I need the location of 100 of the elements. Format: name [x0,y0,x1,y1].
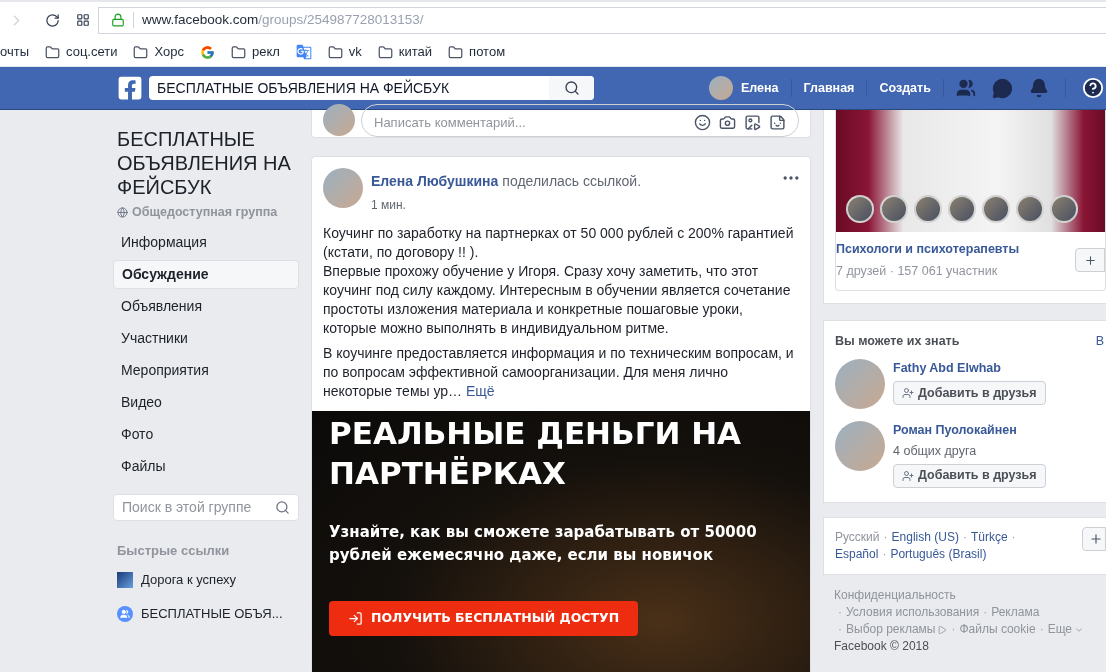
camera-icon[interactable] [719,114,736,131]
post-time[interactable]: 1 мин. [371,196,773,214]
shortcut-link[interactable]: БЕСПЛАТНЫЕ ОБЪЯ... [141,603,283,624]
url-text: www.facebook.com/groups/254987728013153/ [142,10,424,29]
bookmark-link[interactable]: китай [398,42,433,62]
shortcut-thumbnail [117,572,133,588]
add-friend-button[interactable]: Добавить в друзья [893,463,1046,488]
profile-link[interactable]: Елена [741,78,792,98]
link-banner[interactable]: РЕАЛЬНЫЕ ДЕНЬГИ НА ПАРТНЁРКАХ Узнайте, как вы сможете зарабатывать от 50000 рублей ежемесячно даже, если вы новичок ПОЛУЧИТЬ БЕСПЛАТНЫЙ ДОСТУП [312,411,810,672]
folder-icon [327,44,343,60]
add-user-icon [902,469,914,482]
user-avatar [323,104,355,136]
bookmark-link[interactable]: vk [348,42,362,62]
sticker-icon[interactable] [769,114,786,131]
author-avatar [323,168,363,208]
emoji-icon[interactable] [694,114,711,131]
separator-dot: · [1011,529,1016,544]
messenger-icon[interactable] [991,77,1013,99]
folder-icon [230,44,246,60]
section-heading: Быстрые ссылки [116,541,231,560]
see-all-link[interactable]: В [1095,331,1104,351]
facebook-logo[interactable] [117,75,143,101]
nav-link[interactable]: Главная [791,78,868,98]
person-avatar [835,421,885,472]
enter-icon [348,611,363,626]
member-avatar [914,195,942,223]
add-friend-button[interactable]: Добавить в друзья [893,381,1046,405]
banner-headline: РЕАЛЬНЫЕ ДЕНЬГИ НА ПАРТНЁРКАХ [329,414,743,493]
member-avatar [948,195,976,223]
group-meta: 7 друзей · 157 061 участник [836,262,999,280]
author-link[interactable]: Елена Любушкина [371,171,499,192]
bookmark-link[interactable]: Хорс [154,42,184,62]
language-link[interactable]: Türkçe [970,529,1008,544]
privacy-label: Общедоступная группа [132,204,278,221]
copyright: Facebook © 2018 [834,637,930,655]
friends-icon[interactable] [955,78,976,98]
address-bar[interactable]: www.facebook.com/groups/254987728013153/ [98,6,1106,34]
add-language-button[interactable] [1082,526,1106,551]
member-avatar [846,195,874,223]
post-text: Впервые прохожу обучение у Игоря. Сразу хочу заметить, что этот коучинг под силу каждому. Интересным в обучении является сочетание простоты изложения материала и конкретные пошаговые уроки, которые можно выполнять в индивидуальном ритме. [323,262,792,338]
separator-dot: · [962,529,967,544]
separator-dot: · [983,604,988,619]
shortcut-link[interactable]: Дорога к успеху [141,570,237,590]
separator-dot: · [838,604,842,619]
add-user-icon [902,387,914,399]
person-name-link[interactable]: Fathy Abd Elwhab [893,359,1046,378]
person-avatar [835,359,885,410]
help-icon[interactable] [1081,77,1104,99]
grid-icon[interactable] [76,13,90,27]
sidebar-item[interactable]: Видео [113,387,299,417]
user-avatar [709,76,733,100]
member-avatar [982,195,1010,223]
see-more-link[interactable]: Ещё [466,383,495,399]
sidebar-item[interactable]: Мероприятия [113,355,299,385]
separator-dot: · [951,621,956,636]
folder-icon [133,44,149,60]
animated-image-icon[interactable] [744,114,761,131]
google-icon[interactable] [199,44,215,60]
member-avatar [1016,195,1044,223]
sidebar-item[interactable]: Фото [113,419,299,449]
plus-icon [1084,253,1097,267]
sidebar-item[interactable]: Файлы [113,451,299,481]
lock-icon [111,13,125,27]
group-name-link[interactable]: Психологи и психотерапевты [836,240,1020,259]
mutual-friends: 4 общих друга [893,443,978,460]
sidebar-item[interactable]: Обсуждение [113,259,299,289]
member-avatar [1050,195,1078,223]
separator-dot: · [882,546,887,561]
translate-icon[interactable] [295,44,312,60]
post-action: поделилась ссылкой. [502,172,642,191]
sidebar-item[interactable]: Объявления [113,291,299,321]
banner-cta-button[interactable]: ПОЛУЧИТЬ БЕСПЛАТНЫЙ ДОСТУП [329,601,639,636]
nav-link[interactable]: Создать [867,78,944,98]
language-link[interactable]: Español [835,546,879,561]
search-icon [563,80,580,96]
sidebar-item[interactable]: Участники [113,323,299,353]
bookmark-link[interactable]: соц.сети [66,42,118,62]
sidebar-item[interactable]: Информация [113,227,299,257]
separator-dot: · [883,529,888,544]
search-button[interactable] [549,76,594,100]
language-link[interactable]: English (US) [891,529,959,544]
person-name-link[interactable]: Роман Пуолокайнен [893,421,1046,440]
folder-icon [448,44,464,60]
folder-icon [377,44,393,60]
search-field[interactable]: БЕСПЛАТНЫЕ ОБЪЯВЛЕНИЯ НА ФЕЙСБУК [149,76,594,100]
search-icon [275,499,290,515]
separator-dot: · [1039,621,1044,636]
bookmark-link[interactable]: рекл [251,42,280,62]
language-link[interactable]: Português (Brasil) [890,546,987,561]
group-icon [117,605,133,622]
post-text: Коучинг по заработку на партнерках от 50 000 рублей с 200% гарантией (кстати, по договору !! ). [323,224,795,262]
banner-subtitle: Узнайте, как вы сможете зарабатывать от 50000 рублей ежемесячно даже, если вы новичок [329,522,758,566]
adchoices-icon [937,624,948,635]
bookmark-link[interactable]: очты [0,42,29,62]
section-heading: Вы можете их знать [835,332,960,350]
notifications-icon[interactable] [1028,78,1049,98]
join-button[interactable] [1075,248,1105,273]
member-avatar [880,195,908,223]
bookmark-link[interactable]: потом [469,42,506,62]
reload-icon[interactable] [45,12,60,28]
